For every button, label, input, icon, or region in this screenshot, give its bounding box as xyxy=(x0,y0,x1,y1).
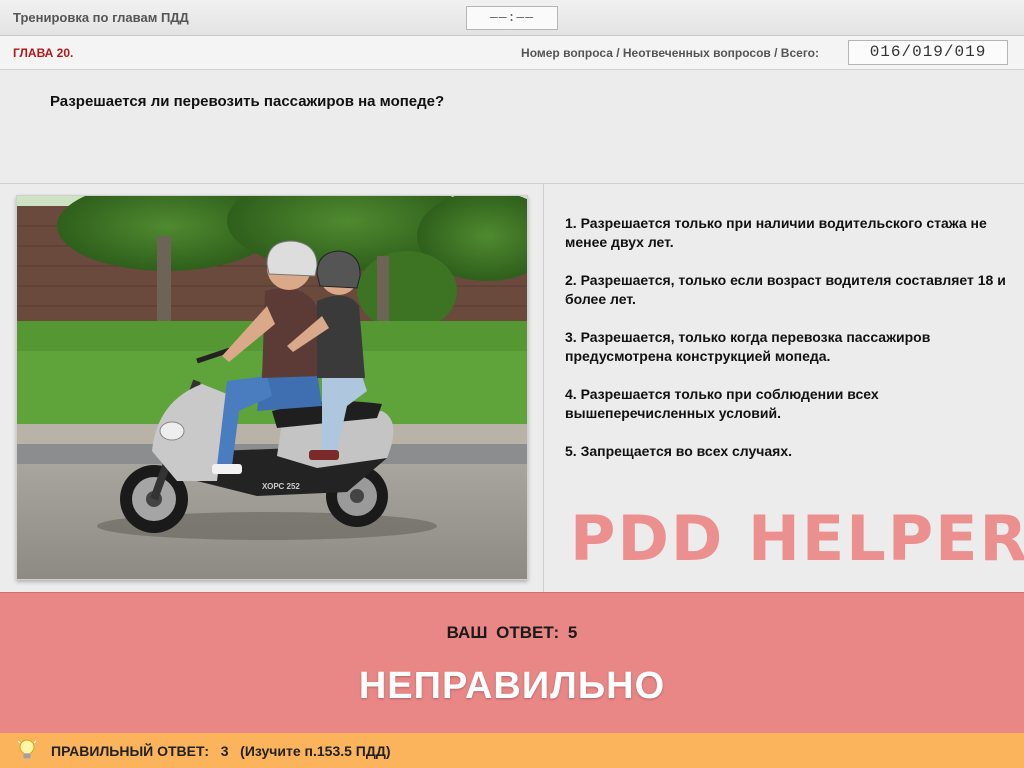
pdd-helper-watermark: PDD HELPER xyxy=(570,502,1024,575)
answer-option-5[interactable]: 5. Запрещается во всех случаях. xyxy=(565,442,1015,461)
answer-option-4[interactable]: 4. Разрешается только при соблюдении все… xyxy=(565,385,1015,423)
your-answer-label: ВАШ ОТВЕТ: 5 xyxy=(446,623,578,642)
question-counter-label: Номер вопроса / Неотвеченных вопросов / … xyxy=(521,46,819,60)
correct-answer-bar: ПРАВИЛЬНЫЙ ОТВЕТ: 3 (Изучите п.153.5 ПДД… xyxy=(0,733,1024,768)
answer-option-2[interactable]: 2. Разрешается, только если возраст води… xyxy=(565,271,1015,309)
chapter-label: ГЛАВА 20. xyxy=(13,46,74,60)
content-panel: ХОРС 252 1. Разрешается только при налич… xyxy=(0,184,1024,592)
correct-answer-text: ПРАВИЛЬНЫЙ ОТВЕТ: 3 (Изучите п.153.5 ПДД… xyxy=(51,743,391,759)
title-bar: Тренировка по главам ПДД ––:–– xyxy=(0,0,1024,36)
question-photo: ХОРС 252 xyxy=(16,195,528,580)
verdict-label: НЕПРАВИЛЬНО xyxy=(358,665,666,707)
question-text: Разрешается ли перевозить пассажиров на … xyxy=(50,93,445,110)
moped-photo-illustration: ХОРС 252 xyxy=(17,196,527,579)
content-divider xyxy=(543,184,544,592)
lightbulb-icon xyxy=(16,738,38,768)
answer-options-list: 1. Разрешается только при наличии водите… xyxy=(565,214,1015,480)
question-counter: 016/019/019 xyxy=(848,40,1008,65)
answer-option-1[interactable]: 1. Разрешается только при наличии водите… xyxy=(565,214,1015,252)
answer-option-3[interactable]: 3. Разрешается, только когда перевозка п… xyxy=(565,328,1015,366)
mode-title: Тренировка по главам ПДД xyxy=(13,10,189,25)
result-panel: ВАШ ОТВЕТ: 5 НЕПРАВИЛЬНО xyxy=(0,592,1024,733)
chapter-bar: ГЛАВА 20. Номер вопроса / Неотвеченных в… xyxy=(0,36,1024,70)
timer-display: ––:–– xyxy=(466,6,558,30)
scooter-model-text: ХОРС 252 xyxy=(262,482,300,491)
app-window: Тренировка по главам ПДД ––:–– ГЛАВА 20.… xyxy=(0,0,1024,768)
question-panel: Разрешается ли перевозить пассажиров на … xyxy=(0,70,1024,184)
